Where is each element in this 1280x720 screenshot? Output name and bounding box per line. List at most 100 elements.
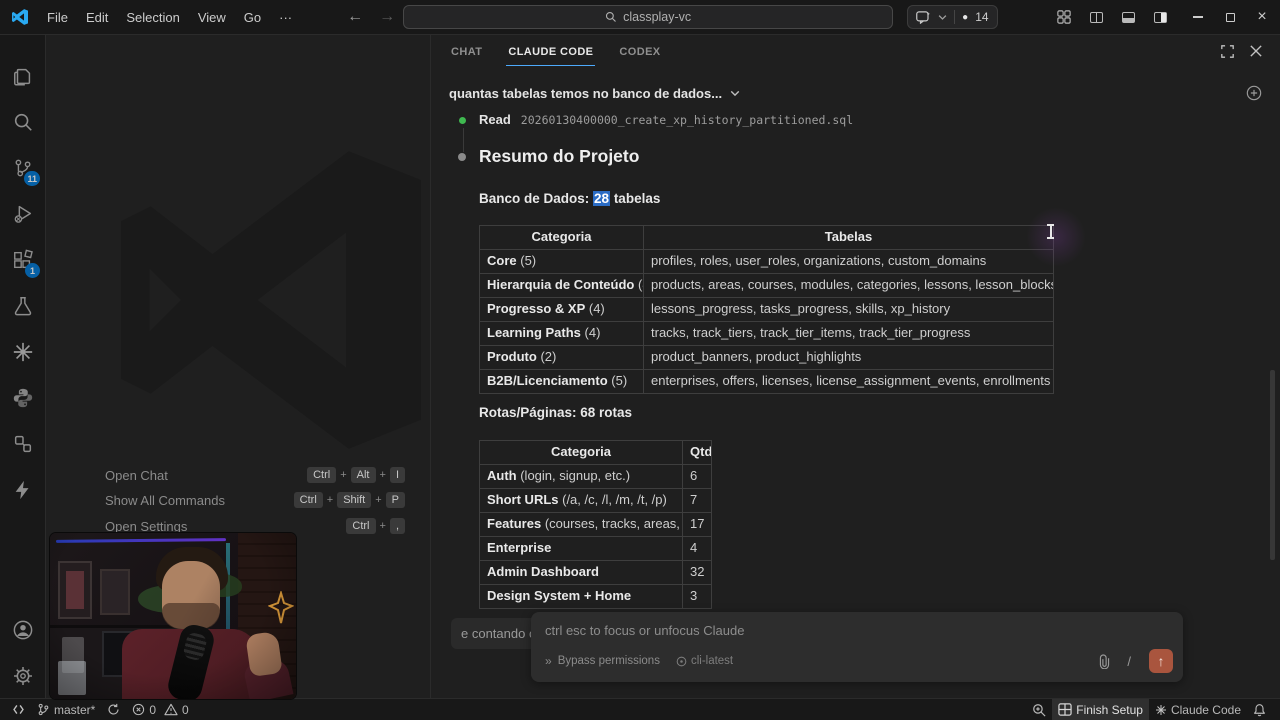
conversation-header: quantas tabelas temos no banco de dados.…: [431, 73, 1280, 113]
attach-icon[interactable]: [1098, 654, 1111, 669]
project-summary-heading: Resumo do Projeto: [479, 146, 639, 167]
table-row: Produto (2) product_banners, product_hig…: [480, 346, 1053, 370]
model-selector[interactable]: cli-latest: [676, 655, 733, 667]
toggle-panel-icon[interactable]: [1116, 5, 1140, 29]
tab-chat[interactable]: CHAT: [449, 37, 484, 65]
message-bullet: [458, 153, 466, 161]
command-center-search[interactable]: classplay-vc: [403, 5, 893, 29]
errors-icon: [132, 703, 145, 716]
table-row: Hierarquia de Conteúdo (8) products, are…: [480, 274, 1053, 298]
model-icon: [676, 656, 687, 667]
timeline-line: [463, 128, 464, 152]
menu-edit[interactable]: Edit: [77, 0, 117, 35]
open-chat-keys: Ctrl+ Alt+ I: [307, 467, 405, 483]
explorer-icon[interactable]: [0, 56, 46, 96]
menu-view[interactable]: View: [189, 0, 235, 35]
menu-file[interactable]: File: [38, 0, 77, 35]
run-debug-icon[interactable]: [0, 194, 46, 234]
customize-layout-icon[interactable]: [1052, 5, 1076, 29]
table-row: Short URLs (/a, /c, /l, /m, /t, /p) 7: [480, 489, 711, 513]
tab-claude-code[interactable]: CLAUDE CODE: [506, 37, 595, 66]
problems-status[interactable]: 0 0: [126, 699, 194, 720]
status-dot-icon: ●: [962, 12, 968, 23]
nav-forward-icon[interactable]: →: [371, 8, 403, 26]
cursor-highlight: [1026, 207, 1086, 267]
close-window-button[interactable]: ×: [1250, 5, 1274, 29]
remote-indicator[interactable]: [6, 699, 31, 720]
menu-selection[interactable]: Selection: [117, 0, 188, 35]
show-all-commands-link[interactable]: Show All Commands: [105, 493, 225, 508]
table-row: Learning Paths (4) tracks, track_tiers, …: [480, 322, 1053, 346]
table-header-row: Categoria Tabelas: [480, 226, 1053, 250]
search-sidebar-icon[interactable]: [0, 102, 46, 142]
claude-code-panel: CHAT CLAUDE CODE CODEX quantas tabelas t…: [430, 35, 1280, 698]
table-row: Design System + Home 3: [480, 585, 711, 608]
text-cursor: [1046, 224, 1055, 239]
table-row: Features (courses, tracks, areas, etc.) …: [480, 513, 711, 537]
search-icon: [605, 11, 617, 23]
vscode-watermark-icon: [121, 150, 421, 450]
split-editor-icon[interactable]: [1084, 5, 1108, 29]
table-row: Progresso & XP (4) lessons_progress, tas…: [480, 298, 1053, 322]
table-row: Auth (login, signup, etc.) 6: [480, 465, 711, 489]
vscode-logo-icon: [12, 9, 28, 25]
new-chat-icon[interactable]: [1246, 85, 1262, 101]
conversation-title-dropdown[interactable]: quantas tabelas temos no banco de dados.…: [449, 86, 740, 101]
slash-commands-icon[interactable]: /: [1127, 654, 1131, 669]
extensions-icon[interactable]: 1: [0, 240, 46, 280]
table-row: Core (5) profiles, roles, user_roles, or…: [480, 250, 1053, 274]
maximize-button[interactable]: [1218, 5, 1242, 29]
close-panel-icon[interactable]: [1250, 45, 1262, 57]
pill-divider: [954, 10, 955, 24]
open-settings-link[interactable]: Open Settings: [105, 519, 187, 534]
settings-gear-icon[interactable]: [0, 656, 46, 696]
bypass-permissions-toggle[interactable]: Bypass permissions: [558, 655, 660, 667]
toggle-sidebar-icon[interactable]: [1148, 5, 1172, 29]
expand-panel-icon[interactable]: [1221, 45, 1234, 58]
table-row: Admin Dashboard 32: [480, 561, 711, 585]
read-bullet: [459, 117, 466, 124]
references-icon[interactable]: [0, 424, 46, 464]
send-button[interactable]: ↑: [1149, 649, 1173, 673]
tables-by-category-table: Categoria Tabelas Core (5) profiles, rol…: [479, 225, 1054, 394]
claude-code-status[interactable]: Claude Code: [1149, 699, 1247, 720]
menu-more[interactable]: ···: [270, 0, 301, 35]
menu-go[interactable]: Go: [235, 0, 270, 35]
zoom-status-icon[interactable]: [1026, 699, 1052, 720]
routes-heading: Rotas/Páginas: 68 rotas: [479, 405, 632, 420]
nav-back-icon[interactable]: ←: [339, 8, 371, 26]
table-header-row: Categoria Qtd: [480, 441, 711, 465]
claude-spark-icon: [1155, 704, 1167, 716]
chevron-down-icon: [938, 14, 947, 21]
claude-spark-icon[interactable]: [0, 332, 46, 372]
account-icon[interactable]: [0, 610, 46, 650]
webcam-overlay: [50, 533, 296, 699]
sync-status[interactable]: [101, 699, 126, 720]
testing-icon[interactable]: [0, 286, 46, 326]
zap-icon[interactable]: [0, 470, 46, 510]
selected-text: 28: [593, 191, 610, 206]
branch-icon: [37, 703, 50, 716]
table-row: B2B/Licenciamento (5) enterprises, offer…: [480, 370, 1053, 393]
watermark-shortcut-commands: Show All Commands Ctrl+ Shift+ P: [105, 490, 405, 510]
table-row: Enterprise 4: [480, 537, 711, 561]
panel-tab-bar: CHAT CLAUDE CODE CODEX: [431, 35, 1280, 67]
routes-by-category-table: Categoria Qtd Auth (login, signup, etc.)…: [479, 440, 712, 609]
finish-setup-button[interactable]: Finish Setup: [1052, 699, 1149, 720]
copilot-pill[interactable]: ● 14: [907, 5, 997, 29]
python-icon[interactable]: [0, 378, 46, 418]
db-count-line: Banco de Dados: 28 tabelas: [479, 191, 660, 206]
source-control-icon[interactable]: 11: [0, 148, 46, 188]
panel-scrollbar[interactable]: [1270, 370, 1275, 560]
tool-read-row[interactable]: Read 20260130400000_create_xp_history_pa…: [479, 112, 853, 127]
open-chat-link[interactable]: Open Chat: [105, 468, 168, 483]
claude-input-box[interactable]: ctrl esc to focus or unfocus Claude » By…: [531, 612, 1183, 682]
chat-sparkle-icon: [916, 11, 931, 24]
git-branch-status[interactable]: master*: [31, 699, 101, 720]
status-bar: master* 0 0 Finish Setup Claude Code: [0, 698, 1280, 720]
notifications-bell-icon[interactable]: [1247, 699, 1272, 720]
minimize-button[interactable]: [1186, 5, 1210, 29]
read-label: Read: [479, 112, 511, 127]
conversation-title: quantas tabelas temos no banco de dados.…: [449, 86, 722, 101]
tab-codex[interactable]: CODEX: [617, 37, 662, 65]
